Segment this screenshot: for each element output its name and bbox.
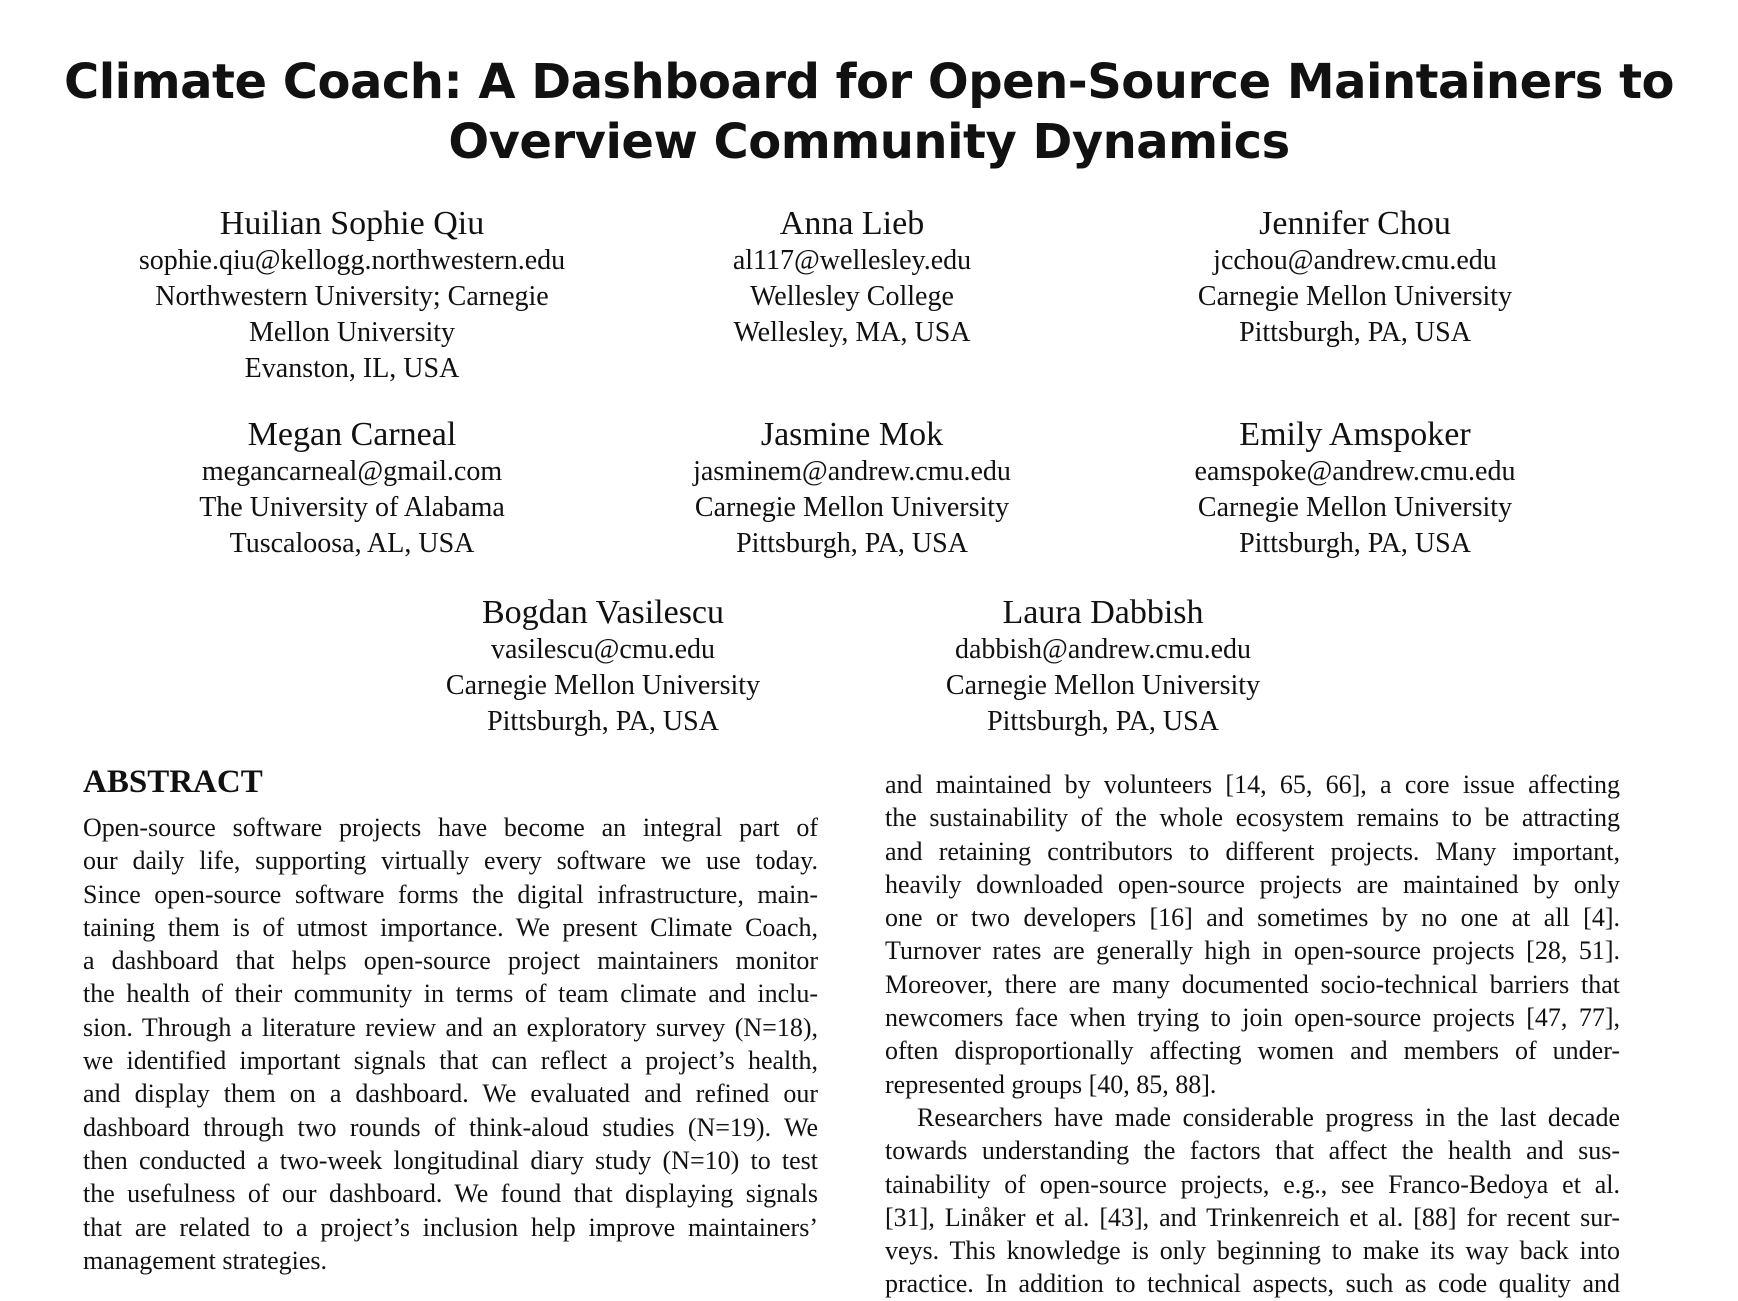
abstract-line: and display them on a dashboard. We eval… — [83, 1079, 818, 1109]
author-email: al117@wellesley.edu — [732, 245, 972, 276]
abstract-line: Since open-source software forms the dig… — [83, 879, 818, 909]
abstract-body: Open-source software projects have becom… — [83, 811, 818, 1277]
body-line: the sustainability of the whole ecosyste… — [885, 803, 1620, 833]
author-affiliation: Carnegie Mellon University — [694, 492, 1010, 523]
body-line: and maintained by volunteers [14, 65, 66… — [885, 770, 1620, 799]
author-email: dabbish@andrew.cmu.edu — [954, 634, 1252, 665]
author-block: Jennifer Chou jcchou@andrew.cmu.edu Carn… — [1075, 205, 1635, 351]
body-line: often disproportionally affecting women … — [885, 1036, 1620, 1066]
author-location: Tuscaloosa, AL, USA — [229, 528, 475, 559]
abstract-line: that are related to a project’s inclusio… — [83, 1212, 818, 1242]
author-affiliation: The University of Alabama — [199, 492, 505, 523]
abstract-line: the health of their community in terms o… — [83, 979, 818, 1009]
body-line: [31], Linåker et al. [43], and Trinkenre… — [885, 1202, 1620, 1232]
author-name: Jasmine Mok — [760, 416, 944, 453]
abstract-heading: ABSTRACT — [83, 764, 263, 800]
author-location: Pittsburgh, PA, USA — [987, 706, 1219, 737]
body-line: towards understanding the factors that a… — [885, 1136, 1620, 1166]
author-block: Laura Dabbish dabbish@andrew.cmu.edu Car… — [823, 594, 1383, 740]
author-affiliation: Carnegie Mellon University — [1197, 492, 1513, 523]
author-location: Pittsburgh, PA, USA — [736, 528, 968, 559]
abstract-line: Open-source software projects have becom… — [83, 813, 818, 842]
author-location: Pittsburgh, PA, USA — [487, 706, 719, 737]
body-line: tainability of open-source projects, e.g… — [885, 1169, 1620, 1199]
author-name: Jennifer Chou — [1259, 205, 1451, 242]
author-affiliation: Carnegie Mellon University — [445, 670, 761, 701]
author-block: Emily Amspoker eamspoke@andrew.cmu.edu C… — [1075, 416, 1635, 562]
abstract-line: taining them is of utmost importance. We… — [83, 912, 818, 942]
abstract-line: management strategies. — [83, 1245, 328, 1275]
author-affiliation: Carnegie Mellon University — [945, 670, 1261, 701]
author-location: Pittsburgh, PA, USA — [1239, 317, 1471, 348]
body-line: represented groups [40, 85, 88]. — [885, 1069, 1217, 1099]
author-name: Laura Dabbish — [1002, 594, 1204, 631]
abstract-line: sion. Through a literature review and an… — [83, 1012, 818, 1042]
title-line-2: Overview Community Dynamics — [448, 114, 1290, 170]
author-location: Evanston, IL, USA — [244, 353, 460, 384]
abstract-line: dashboard through two rounds of think-al… — [83, 1112, 818, 1142]
author-affiliation: Wellesley College — [750, 281, 954, 312]
author-affiliation: Carnegie Mellon University — [1197, 281, 1513, 312]
body-line: veys. This knowledge is only beginning t… — [885, 1236, 1620, 1266]
right-column-body: and maintained by volunteers [14, 65, 66… — [885, 768, 1620, 1301]
author-block: Anna Lieb al117@wellesley.edu Wellesley … — [572, 205, 1132, 351]
body-line: Turnover rates are generally high in ope… — [885, 936, 1620, 966]
author-name: Bogdan Vasilescu — [481, 594, 725, 631]
title-line-1: Climate Coach: A Dashboard for Open-Sour… — [63, 54, 1675, 110]
author-location: Wellesley, MA, USA — [733, 317, 971, 348]
paper-title: Climate Coach: A Dashboard for Open-Sour… — [0, 52, 1738, 172]
author-name: Anna Lieb — [779, 205, 925, 242]
body-line: one or two developers [16] and sometimes… — [885, 903, 1620, 933]
author-name: Huilian Sophie Qiu — [219, 205, 485, 242]
abstract-line: we identified important signals that can… — [83, 1046, 818, 1076]
abstract-line: then conducted a two-week longitudinal d… — [83, 1145, 818, 1175]
author-name: Megan Carneal — [247, 416, 457, 453]
author-email: eamspoke@andrew.cmu.edu — [1194, 456, 1516, 487]
body-line: Moreover, there are many documented soci… — [885, 969, 1620, 999]
author-name: Emily Amspoker — [1239, 416, 1471, 453]
author-block: Bogdan Vasilescu vasilescu@cmu.edu Carne… — [323, 594, 883, 740]
author-block: Huilian Sophie Qiu sophie.qiu@kellogg.no… — [72, 205, 632, 387]
author-email: sophie.qiu@kellogg.northwestern.edu — [138, 245, 566, 276]
author-block: Megan Carneal megancarneal@gmail.com The… — [72, 416, 632, 562]
abstract-line: a dashboard that helps open-source proje… — [83, 946, 818, 976]
body-line: practice. In addition to technical aspec… — [885, 1269, 1620, 1299]
author-email: megancarneal@gmail.com — [201, 456, 503, 487]
author-block: Jasmine Mok jasminem@andrew.cmu.edu Carn… — [572, 416, 1132, 562]
author-affiliation: Northwestern University; Carnegie — [155, 281, 549, 312]
body-line: Researchers have made considerable progr… — [917, 1102, 1620, 1132]
author-email: jasminem@andrew.cmu.edu — [693, 456, 1011, 487]
abstract-line: our daily life, supporting virtually eve… — [83, 846, 818, 876]
author-affiliation: Mellon University — [248, 317, 456, 348]
author-location: Pittsburgh, PA, USA — [1239, 528, 1471, 559]
abstract-line: the usefulness of our dashboard. We foun… — [83, 1179, 818, 1209]
author-email: vasilescu@cmu.edu — [490, 634, 716, 665]
body-line: and retaining contributors to different … — [885, 836, 1620, 866]
body-line: heavily downloaded open-source projects … — [885, 869, 1620, 899]
author-email: jcchou@andrew.cmu.edu — [1213, 245, 1497, 276]
body-line: newcomers face when trying to join open-… — [885, 1003, 1620, 1033]
